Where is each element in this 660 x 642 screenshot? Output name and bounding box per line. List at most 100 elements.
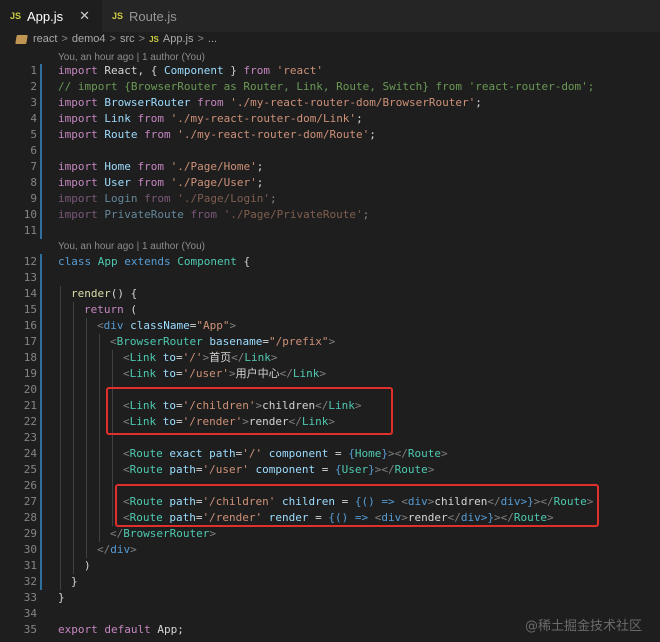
line-number: 16 — [23, 319, 37, 332]
line-number: 35 — [23, 623, 37, 636]
react-folder-icon — [15, 34, 28, 44]
code-line[interactable]: import BrowserRouter from './my-react-ro… — [58, 95, 482, 111]
chevron-right-icon: > — [109, 33, 116, 45]
code-line[interactable]: class App extends Component { — [58, 254, 250, 270]
code-line[interactable]: // import {BrowserRouter as Router, Link… — [58, 79, 594, 95]
git-blame-annotation[interactable]: You, an hour ago | 1 author (You) — [58, 52, 205, 63]
token: export — [58, 623, 98, 636]
code-line[interactable]: export default App; — [58, 622, 184, 638]
code-line[interactable]: import Link from './my-react-router-dom/… — [58, 111, 363, 127]
code-line[interactable]: import Login from './Page/Login'; — [58, 191, 277, 207]
token: Link — [292, 367, 320, 380]
token: render — [71, 287, 111, 300]
code-line[interactable]: import Home from './Page/Home'; — [58, 159, 263, 175]
token: "/prefix" — [268, 335, 329, 348]
code-line[interactable]: <BrowserRouter basename="/prefix"> — [110, 334, 335, 350]
code-line[interactable]: render() { — [71, 286, 137, 302]
token: { — [328, 463, 342, 476]
code-line[interactable]: import React, { Component } from 'react' — [58, 63, 323, 79]
token: '/user' — [182, 367, 229, 380]
token: React, { — [97, 64, 164, 77]
javascript-file-icon: JS — [149, 34, 159, 44]
code-line[interactable]: <Link to='/user'>用户中心</Link> — [123, 366, 326, 382]
git-blame-annotation[interactable]: You, an hour ago | 1 author (You) — [58, 241, 205, 252]
close-icon[interactable]: ✕ — [79, 8, 90, 24]
token: './Page/User' — [170, 176, 257, 189]
token: </ — [279, 367, 293, 380]
token: Login — [97, 192, 145, 205]
token: > — [209, 527, 216, 540]
token: import — [58, 128, 98, 141]
code-line[interactable]: <Route path='/user' component = {User}><… — [123, 462, 434, 478]
token: User — [97, 176, 138, 189]
token: path — [162, 463, 196, 476]
breadcrumb-trail[interactable]: ... — [208, 33, 217, 45]
git-change-indicator[interactable] — [40, 254, 42, 590]
line-number: 15 — [23, 303, 37, 316]
breadcrumb-item[interactable]: demo4 — [72, 33, 106, 45]
token: component — [262, 447, 335, 460]
token: '/' — [182, 351, 203, 364]
token: > — [319, 367, 326, 380]
token: </ — [97, 543, 111, 556]
code-line[interactable]: <Route exact path='/' component = {Home}… — [123, 446, 448, 462]
breadcrumb-item[interactable]: src — [120, 33, 135, 45]
tab-label: Route.js — [129, 8, 177, 24]
token: BrowserRouter — [116, 335, 203, 348]
code-line[interactable]: import Route from './my-react-router-dom… — [58, 127, 376, 143]
tab-route-js[interactable]: JS Route.js — [102, 0, 189, 32]
breadcrumb-file[interactable]: App.js — [163, 33, 194, 45]
code-line[interactable]: <div className="App"> — [97, 318, 236, 334]
code-line[interactable]: </div> — [97, 542, 137, 558]
line-number: 12 — [23, 255, 37, 268]
code-line[interactable]: import User from './Page/User'; — [58, 175, 263, 191]
token: > — [440, 447, 448, 460]
code-line[interactable]: </BrowserRouter> — [110, 526, 216, 542]
git-change-indicator[interactable] — [40, 64, 42, 239]
token: Link — [129, 367, 157, 380]
line-number: 25 — [23, 463, 37, 476]
token: Route — [97, 128, 145, 141]
code-line[interactable]: return ( — [84, 302, 137, 318]
token: from — [137, 160, 165, 173]
token: 首页 — [209, 351, 232, 364]
token: App — [91, 255, 125, 268]
token: ; — [369, 128, 376, 141]
line-number: 30 — [23, 543, 37, 556]
code-line[interactable]: ) — [84, 558, 91, 574]
indent-guide — [60, 286, 61, 590]
token: 用户中心 — [235, 367, 280, 380]
token: './Page/PrivateRoute' — [223, 208, 363, 221]
code-line[interactable]: import PrivateRoute from './Page/Private… — [58, 207, 369, 223]
line-number: 3 — [30, 96, 37, 109]
line-number: 33 — [23, 591, 37, 604]
code-line[interactable]: } — [71, 574, 78, 590]
line-number: 28 — [23, 511, 37, 524]
token: } — [381, 447, 388, 460]
token: '/user' — [202, 463, 249, 476]
breadcrumb-item[interactable]: react — [33, 33, 57, 45]
line-number: 24 — [23, 447, 37, 460]
line-number: 31 — [23, 559, 37, 572]
line-number: 9 — [30, 192, 37, 205]
token: from — [197, 96, 224, 109]
token: Route — [394, 463, 428, 476]
token: Component — [177, 255, 237, 268]
line-number: 10 — [23, 208, 37, 221]
code-line[interactable]: <Link to='/'>首页</Link> — [123, 350, 278, 366]
token: import — [58, 160, 98, 173]
tab-app-js[interactable]: JS App.js ✕ — [0, 0, 102, 32]
token: './my-react-router-dom/BrowserRouter' — [230, 96, 476, 109]
token: } — [223, 64, 244, 77]
line-number: 17 — [23, 335, 37, 348]
token: extends — [124, 255, 171, 268]
token: > — [328, 335, 336, 348]
token: < — [97, 319, 104, 332]
token: import — [58, 208, 98, 221]
line-number: 29 — [23, 527, 37, 540]
code-line[interactable]: } — [58, 590, 65, 606]
line-number: 18 — [23, 351, 37, 364]
line-number: 14 — [23, 287, 37, 300]
